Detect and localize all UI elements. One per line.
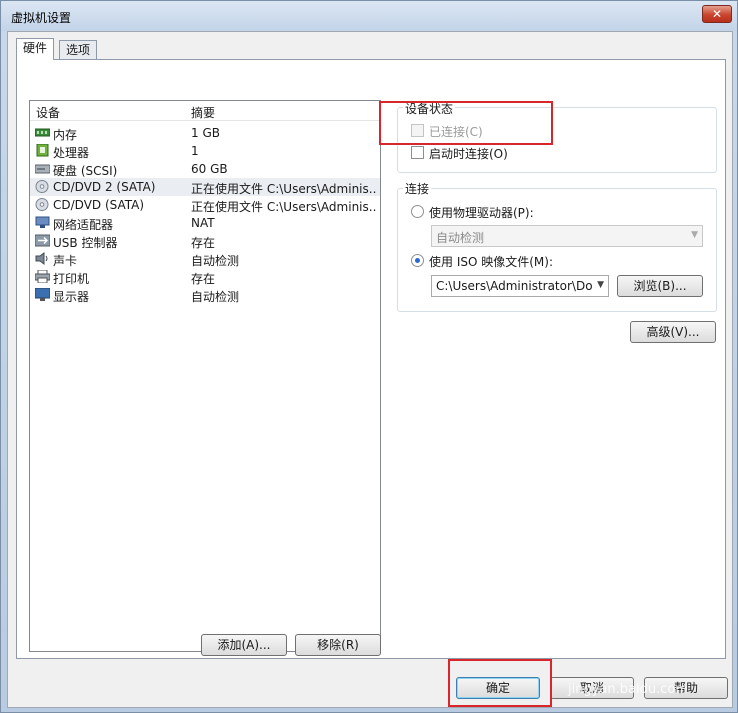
device-name: 内存 [53, 128, 78, 142]
device-row-processor[interactable]: 处理器 1 [30, 142, 380, 160]
highlight-box [379, 101, 553, 145]
remove-device-button[interactable]: 移除(R) [295, 634, 381, 656]
device-name: 网络适配器 [53, 218, 114, 232]
device-name: CD/DVD 2 (SATA) [53, 180, 156, 194]
title-bar[interactable]: 虚拟机设置 ✕ [1, 1, 737, 31]
dialog-body: 硬件 选项 设备 摘要 内存 1 GB 处理器 1 硬盘 (SCSI) 60 G… [7, 31, 733, 708]
vm-settings-window: 虚拟机设置 ✕ 硬件 选项 设备 摘要 内存 1 GB 处理器 1 硬盘 (SC… [0, 0, 738, 713]
column-device[interactable]: 设备 [36, 104, 60, 121]
iso-image-label: 使用 ISO 映像文件(M): [429, 255, 553, 269]
device-name: 打印机 [53, 272, 90, 286]
sound-card-icon [35, 252, 48, 265]
iso-path-value: C:\Users\Administrator\Dow [436, 279, 592, 293]
display-icon [35, 288, 50, 301]
physical-drive-radio[interactable] [411, 205, 424, 218]
device-name: 硬盘 (SCSI) [53, 164, 118, 178]
watermark: jingyan.baidu.com [568, 682, 688, 697]
advanced-button[interactable]: 高级(V)... [630, 321, 716, 343]
device-name: USB 控制器 [53, 236, 118, 250]
device-row-cd-dvd[interactable]: CD/DVD (SATA) 正在使用文件 C:\Users\Adminis... [30, 196, 380, 214]
device-row-network-adapter[interactable]: 网络适配器 NAT [30, 214, 380, 232]
column-summary[interactable]: 摘要 [191, 104, 215, 121]
device-summary: 存在 [191, 236, 216, 250]
device-summary: 1 [191, 144, 199, 158]
device-summary: 60 GB [191, 162, 228, 176]
connect-at-power-on-checkbox[interactable] [411, 146, 424, 159]
chevron-down-icon: ▼ [691, 230, 698, 240]
device-name: 声卡 [53, 254, 78, 268]
device-summary: 自动检测 [191, 254, 240, 268]
device-row-sound-card[interactable]: 声卡 自动检测 [30, 250, 380, 268]
iso-image-radio[interactable] [411, 254, 424, 267]
device-row-cd-dvd-2[interactable]: CD/DVD 2 (SATA) 正在使用文件 C:\Users\Adminis.… [30, 178, 380, 196]
close-button[interactable]: ✕ [702, 5, 732, 23]
device-summary: 存在 [191, 272, 216, 286]
hard-disk-icon [35, 164, 50, 174]
device-name: 显示器 [53, 290, 90, 304]
device-row-memory[interactable]: 内存 1 GB [30, 124, 380, 142]
cd-dvd-icon [35, 198, 49, 211]
tab-options[interactable]: 选项 [59, 40, 98, 60]
device-name: CD/DVD (SATA) [53, 198, 145, 212]
device-list[interactable]: 设备 摘要 内存 1 GB 处理器 1 硬盘 (SCSI) 60 GB CD/D… [29, 100, 381, 652]
tab-hardware[interactable]: 硬件 [16, 38, 55, 60]
device-name: 处理器 [53, 146, 90, 160]
device-row-usb-controller[interactable]: USB 控制器 存在 [30, 232, 380, 250]
chevron-down-icon: ▼ [597, 280, 604, 290]
device-summary: NAT [191, 216, 215, 230]
device-list-header: 设备 摘要 [30, 101, 380, 121]
physical-drive-select[interactable]: 自动检测 ▼ [431, 225, 703, 247]
iso-path-combo[interactable]: C:\Users\Administrator\Dow ▼ [431, 275, 609, 297]
hardware-panel: 设备 摘要 内存 1 GB 处理器 1 硬盘 (SCSI) 60 GB CD/D… [16, 59, 726, 659]
device-summary: 1 GB [191, 126, 220, 140]
processor-icon [36, 144, 49, 157]
connect-at-power-on-label: 启动时连接(O) [429, 147, 508, 161]
device-summary: 自动检测 [191, 290, 240, 304]
connection-title: 连接 [403, 180, 432, 197]
device-row-display[interactable]: 显示器 自动检测 [30, 286, 380, 304]
add-device-button[interactable]: 添加(A)... [201, 634, 287, 656]
memory-icon [35, 128, 50, 137]
device-row-hard-disk[interactable]: 硬盘 (SCSI) 60 GB [30, 160, 380, 178]
browse-button[interactable]: 浏览(B)... [617, 275, 703, 297]
device-summary: 正在使用文件 C:\Users\Adminis... [191, 182, 377, 196]
cd-dvd-icon [35, 180, 49, 193]
window-title: 虚拟机设置 [11, 11, 72, 25]
radio-selected-dot [415, 258, 420, 263]
highlight-box [448, 659, 552, 707]
device-summary: 正在使用文件 C:\Users\Adminis... [191, 200, 377, 214]
printer-icon [35, 270, 50, 283]
device-row-printer[interactable]: 打印机 存在 [30, 268, 380, 286]
physical-drive-label: 使用物理驱动器(P): [429, 206, 534, 220]
physical-drive-value: 自动检测 [436, 231, 485, 245]
network-adapter-icon [35, 216, 50, 228]
usb-icon [35, 234, 50, 247]
